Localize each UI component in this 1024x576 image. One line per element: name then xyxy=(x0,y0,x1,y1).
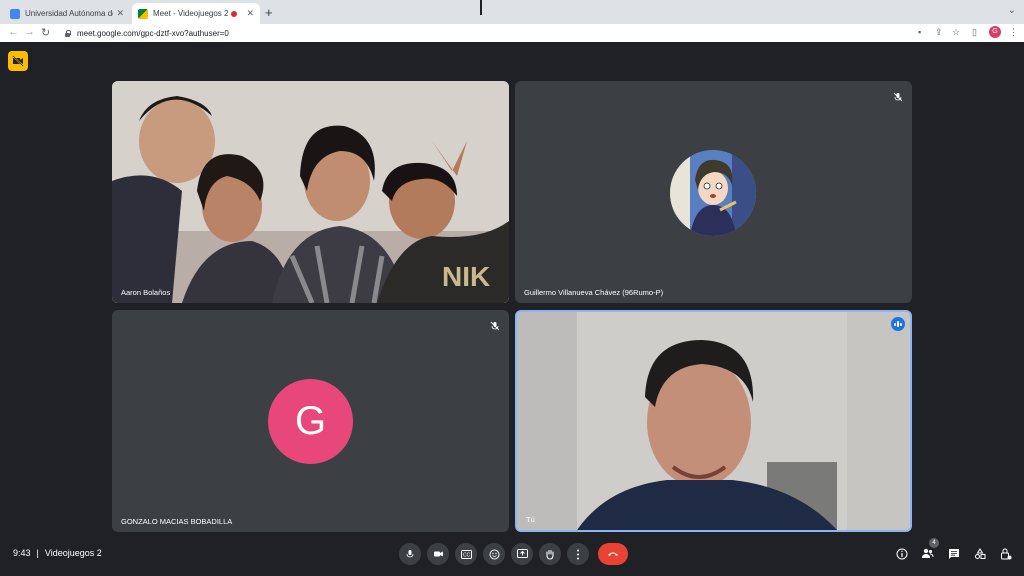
present-icon xyxy=(516,549,528,558)
side-controls: 4 xyxy=(894,538,1013,561)
participant-initial-avatar: G xyxy=(268,379,353,464)
participant-tile[interactable]: G GONZALO MACIAS BOBADILLA xyxy=(112,310,509,532)
participant-name: GONZALO MACIAS BOBADILLA xyxy=(121,517,233,526)
participant-avatar xyxy=(670,150,756,236)
host-controls-icon xyxy=(1000,547,1011,559)
tab-universidad[interactable]: Universidad Autónoma de Que ✕ xyxy=(4,3,130,24)
muted-mic-icon xyxy=(893,89,903,107)
camera-icon xyxy=(433,551,443,557)
browser-toolbar: ← → ↻ meet.google.com/gpc-dztf-xvo?authu… xyxy=(0,24,1024,42)
activities-icon xyxy=(974,547,985,559)
raise-hand-icon xyxy=(546,549,554,560)
participant-video: NIK xyxy=(112,81,509,303)
tab-title: Meet - Videojuegos 2 xyxy=(153,9,229,18)
close-tab-icon[interactable]: ✕ xyxy=(116,8,124,19)
meeting-details: 9:43 | Videojuegos 2 xyxy=(13,548,102,558)
microphone-button[interactable] xyxy=(399,543,421,565)
emoji-icon xyxy=(489,549,499,559)
camera-off-notice-icon[interactable] xyxy=(8,51,28,71)
bookmark-star-icon[interactable]: ☆ xyxy=(952,27,960,38)
raise-hand-button[interactable] xyxy=(539,543,561,565)
participant-name: Guillermo Villanueva Chávez (96Rumo-P) xyxy=(524,288,664,297)
forward-icon[interactable]: → xyxy=(24,26,35,38)
end-call-button[interactable] xyxy=(598,543,628,565)
people-button[interactable]: 4 xyxy=(920,538,939,561)
browser-chrome: Universidad Autónoma de Que ✕ Meet - Vid… xyxy=(0,0,1024,42)
more-options-button[interactable] xyxy=(567,543,589,565)
speaking-indicator-icon xyxy=(891,317,905,331)
camera-button[interactable] xyxy=(427,543,449,565)
emoji-button[interactable] xyxy=(483,543,505,565)
meeting-info-button[interactable] xyxy=(894,546,909,561)
calendar-favicon-icon xyxy=(10,8,20,19)
svg-text:CC: CC xyxy=(463,552,471,558)
participant-name: Aaron Bolaños xyxy=(121,288,171,297)
participant-name: Tú xyxy=(526,515,535,524)
host-controls-button[interactable] xyxy=(998,546,1013,561)
call-controls: CC xyxy=(399,543,628,565)
tab-title: Universidad Autónoma de Que xyxy=(25,9,113,18)
microphone-icon xyxy=(406,550,414,558)
meeting-title: Videojuegos 2 xyxy=(44,548,102,558)
svg-text:NIK: NIK xyxy=(442,261,490,292)
lock-icon xyxy=(64,29,71,37)
self-view-tile[interactable]: Tú xyxy=(515,310,912,532)
tab-search-icon[interactable]: ⌄ xyxy=(1008,5,1016,16)
captions-icon: CC xyxy=(460,549,472,559)
close-tab-icon[interactable]: ✕ xyxy=(246,8,254,19)
address-bar[interactable]: meet.google.com/gpc-dztf-xvo?authuser=0 xyxy=(58,26,908,40)
tab-strip: Universidad Autónoma de Que ✕ Meet - Vid… xyxy=(0,0,1024,24)
separator: | xyxy=(36,548,39,558)
recording-indicator-icon xyxy=(231,10,238,17)
activities-button[interactable] xyxy=(972,546,987,561)
reload-icon[interactable]: ↻ xyxy=(41,26,50,39)
meeting-time: 9:43 xyxy=(13,548,31,558)
tab-meet[interactable]: Meet - Videojuegos 2 ✕ xyxy=(132,3,260,24)
browser-menu-icon[interactable]: ⋮ xyxy=(1009,27,1018,38)
new-tab-button[interactable]: + xyxy=(265,5,273,20)
chat-button[interactable] xyxy=(946,546,961,561)
back-icon[interactable]: ← xyxy=(8,26,19,38)
profile-avatar[interactable]: G xyxy=(989,26,1001,38)
camera-in-use-icon[interactable]: ▪ xyxy=(918,27,921,37)
captions-button[interactable]: CC xyxy=(455,543,477,565)
share-icon[interactable]: ⇪ xyxy=(935,27,943,38)
people-icon xyxy=(922,548,934,558)
side-panel-icon[interactable]: ▯ xyxy=(972,27,977,38)
participant-tile[interactable]: NIK Aaron Bolaños xyxy=(112,81,509,303)
more-options-icon xyxy=(577,549,579,559)
participant-count-badge: 4 xyxy=(929,538,939,548)
participant-tile[interactable]: Guillermo Villanueva Chávez (96Rumo-P) xyxy=(515,81,912,303)
chat-icon xyxy=(948,548,959,559)
end-call-icon xyxy=(608,552,618,556)
meet-favicon-icon xyxy=(138,8,148,19)
present-button[interactable] xyxy=(511,543,533,565)
self-video xyxy=(517,312,910,530)
text-cursor xyxy=(480,0,482,15)
url-text: meet.google.com/gpc-dztf-xvo?authuser=0 xyxy=(77,28,229,38)
info-icon xyxy=(896,548,907,559)
muted-mic-icon xyxy=(490,318,500,336)
